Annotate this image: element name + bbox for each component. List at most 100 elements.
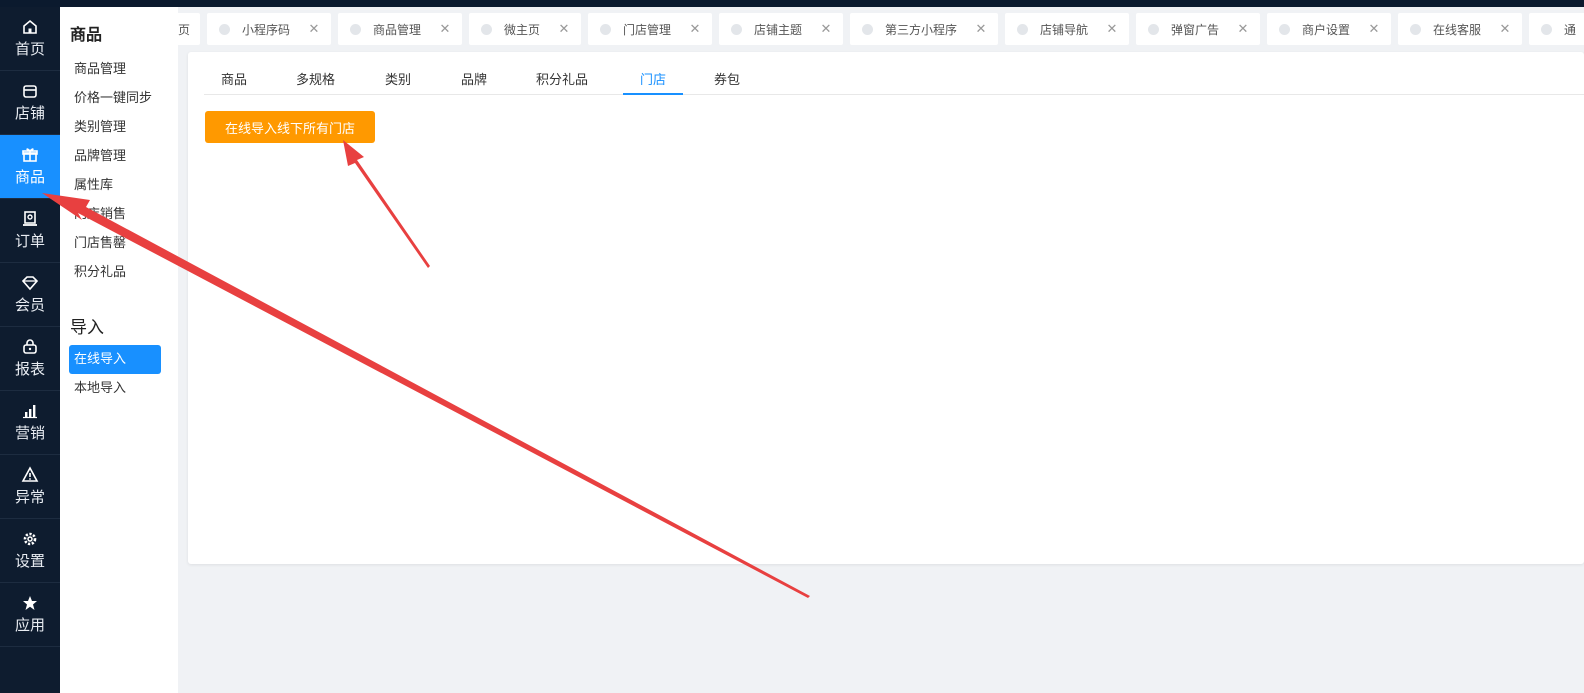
- nav-label: 店铺: [14, 104, 45, 122]
- nav-label: 商品: [14, 168, 45, 186]
- tab-label: 微主页: [504, 22, 541, 37]
- nav-item-store[interactable]: 店铺: [0, 71, 60, 135]
- close-icon[interactable]: ✕: [974, 22, 988, 37]
- tab-label: 页: [178, 22, 190, 37]
- nav-label: 设置: [14, 552, 45, 570]
- sub-nav-item[interactable]: 价格一键同步: [60, 84, 178, 113]
- tab-label: 商品管理: [373, 22, 422, 37]
- tab-label: 商户设置: [1302, 22, 1351, 37]
- nav-item-orders[interactable]: 订单: [0, 199, 60, 263]
- tab-label: 弹窗广告: [1171, 22, 1220, 37]
- sub-nav-item[interactable]: 门店销售: [60, 200, 178, 229]
- bar-chart-icon: [23, 405, 37, 419]
- close-icon[interactable]: ✕: [819, 22, 833, 37]
- gift-icon: [22, 148, 38, 162]
- close-icon[interactable]: ✕: [1498, 22, 1512, 37]
- content-tabs: 商品 多规格 类别 品牌 积分礼品 门店 券包: [204, 52, 1584, 95]
- tab-dot-icon: [1279, 23, 1290, 35]
- star-icon: [23, 596, 37, 610]
- gear-icon: [23, 532, 37, 546]
- tab[interactable]: 第三方小程序 ✕: [850, 13, 998, 45]
- tab-label: 店铺导航: [1040, 22, 1089, 37]
- sub-nav-item[interactable]: 属性库: [60, 171, 178, 200]
- top-bar: [0, 0, 1584, 7]
- tab-dot-icon: [1541, 23, 1552, 35]
- nav-item-exceptions[interactable]: 异常: [0, 455, 60, 519]
- nav-label: 营销: [14, 424, 45, 442]
- sub-nav-item[interactable]: 积分礼品: [60, 258, 178, 287]
- tab[interactable]: 店铺导航 ✕: [1005, 13, 1129, 45]
- tab[interactable]: 弹窗广告 ✕: [1136, 13, 1260, 45]
- tab-dot-icon: [731, 23, 742, 35]
- tab-label: 通: [1564, 22, 1577, 37]
- tab[interactable]: 门店管理 ✕: [588, 13, 712, 45]
- tab-dot-icon: [481, 23, 492, 35]
- tab[interactable]: 小程序码 ✕: [207, 13, 331, 45]
- tab-dot-icon: [1017, 23, 1028, 35]
- nav-item-home[interactable]: 首页: [0, 7, 60, 71]
- sub-nav-item[interactable]: 门店售罄: [60, 229, 178, 258]
- tab-dot-icon: [350, 23, 361, 35]
- close-icon[interactable]: ✕: [1236, 22, 1250, 37]
- sub-nav-group-title: 导入: [70, 318, 104, 338]
- close-icon[interactable]: ✕: [688, 22, 702, 37]
- open-tabs-bar: 页 小程序码 ✕ 商品管理 ✕ 微主页 ✕ 门店管理 ✕ 店铺主题 ✕ 第三方小…: [178, 13, 1584, 45]
- nav-item-goods[interactable]: 商品: [0, 135, 60, 199]
- order-icon: [23, 211, 37, 226]
- tab-dot-icon: [1410, 23, 1421, 35]
- sub-nav-item[interactable]: 品牌管理: [60, 142, 178, 171]
- tab[interactable]: 通: [1529, 13, 1584, 45]
- content-card: 商品 多规格 类别 品牌 积分礼品 门店 券包 在线导入线下所有门店: [188, 52, 1584, 564]
- tab-dot-icon: [600, 23, 611, 35]
- home-icon: [23, 19, 37, 34]
- nav-label: 会员: [14, 296, 45, 314]
- nav-item-reports[interactable]: 报表: [0, 327, 60, 391]
- main-nav: 首页 店铺 商品 订单 会员 报表 营销 异常 设置 应用: [0, 7, 60, 693]
- warning-icon: [21, 466, 39, 482]
- content-tab[interactable]: 品牌: [461, 69, 487, 95]
- close-icon[interactable]: ✕: [557, 22, 571, 37]
- tab-label: 在线客服: [1433, 22, 1482, 37]
- sub-nav-item-local-import[interactable]: 本地导入: [60, 374, 178, 403]
- tab[interactable]: 页: [178, 13, 200, 45]
- close-icon[interactable]: ✕: [307, 22, 321, 37]
- content-tab[interactable]: 商品: [221, 69, 247, 95]
- tab-label: 门店管理: [623, 22, 672, 37]
- tab[interactable]: 商户设置 ✕: [1267, 13, 1391, 45]
- close-icon[interactable]: ✕: [1367, 22, 1381, 37]
- tab-dot-icon: [219, 23, 230, 35]
- content-tab[interactable]: 多规格: [296, 69, 335, 95]
- lock-bag-icon: [23, 339, 37, 354]
- nav-item-apps[interactable]: 应用: [0, 583, 60, 647]
- tab-dot-icon: [1148, 23, 1159, 35]
- close-icon[interactable]: ✕: [1105, 22, 1119, 37]
- content-tab[interactable]: 券包: [714, 69, 740, 95]
- diamond-icon: [21, 276, 39, 291]
- nav-label: 订单: [14, 232, 45, 250]
- nav-label: 报表: [14, 360, 45, 378]
- tab[interactable]: 商品管理 ✕: [338, 13, 462, 45]
- sub-nav-item[interactable]: 商品管理: [60, 55, 178, 84]
- sub-nav-item-online-import[interactable]: 在线导入: [69, 345, 161, 374]
- sub-nav-group-title: 商品: [70, 25, 103, 44]
- nav-item-members[interactable]: 会员: [0, 263, 60, 327]
- nav-item-settings[interactable]: 设置: [0, 519, 60, 583]
- store-icon: [23, 85, 37, 98]
- tab-label: 小程序码: [242, 22, 291, 37]
- sub-nav: 商品 商品管理 价格一键同步 类别管理 品牌管理 属性库 门店销售 门店售罄 积…: [60, 7, 178, 693]
- tab-label: 店铺主题: [754, 22, 803, 37]
- nav-item-marketing[interactable]: 营销: [0, 391, 60, 455]
- close-icon[interactable]: ✕: [438, 22, 452, 37]
- tab-label: 第三方小程序: [885, 22, 958, 37]
- tab[interactable]: 在线客服 ✕: [1398, 13, 1522, 45]
- content-tab[interactable]: 积分礼品: [536, 69, 588, 95]
- content-tab-active[interactable]: 门店: [623, 69, 683, 95]
- content-tab[interactable]: 类别: [385, 69, 411, 95]
- nav-label: 异常: [14, 488, 45, 506]
- tab[interactable]: 店铺主题 ✕: [719, 13, 843, 45]
- import-all-stores-button[interactable]: 在线导入线下所有门店: [205, 111, 375, 143]
- nav-label: 应用: [14, 616, 45, 634]
- sub-nav-item[interactable]: 类别管理: [60, 113, 178, 142]
- tab[interactable]: 微主页 ✕: [469, 13, 581, 45]
- tab-dot-icon: [862, 23, 873, 35]
